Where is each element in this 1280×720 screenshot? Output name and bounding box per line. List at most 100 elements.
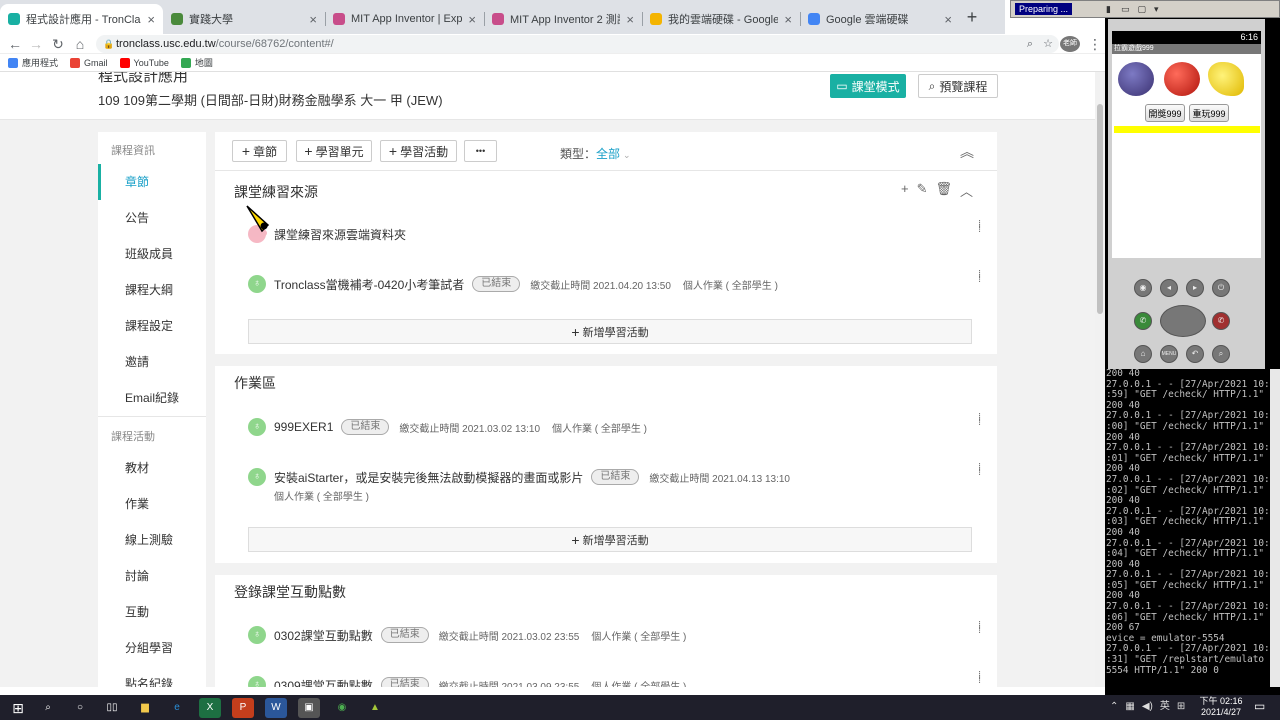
add-icon[interactable]: + bbox=[901, 181, 909, 200]
start-lottery-button[interactable]: 開獎999 bbox=[1145, 104, 1185, 122]
powerpoint-icon[interactable]: P bbox=[232, 698, 254, 718]
collapse-all-icon[interactable]: ︽ bbox=[960, 142, 974, 162]
tab-close-icon[interactable]: × bbox=[944, 12, 952, 27]
sidebar-item[interactable]: Email紀錄 bbox=[98, 380, 206, 416]
terminal-scrollbar[interactable] bbox=[1270, 369, 1280, 687]
sidebar-item[interactable]: 作業 bbox=[98, 486, 206, 522]
sidebar-item[interactable]: 教材 bbox=[98, 450, 206, 486]
tab-close-icon[interactable]: × bbox=[468, 12, 476, 27]
sidebar-item[interactable]: 班級成員 bbox=[98, 236, 206, 272]
sidebar-item[interactable]: 線上測驗 bbox=[98, 522, 206, 558]
add-chapter-button[interactable]: + 章節 bbox=[232, 140, 287, 162]
menu-button[interactable]: MENU bbox=[1160, 345, 1178, 363]
add-learning-activity-button[interactable]: + 新增學習活動 bbox=[248, 319, 972, 344]
search-button-icon[interactable]: ⌕ bbox=[1212, 345, 1230, 363]
tab-close-icon[interactable]: × bbox=[147, 12, 155, 27]
more-button[interactable]: ••• bbox=[464, 140, 497, 162]
window-minimize-icon[interactable]: ▭ bbox=[1121, 4, 1130, 15]
sidebar-item[interactable]: 分組學習 bbox=[98, 630, 206, 666]
power-icon[interactable]: ⏻ bbox=[1212, 279, 1230, 297]
drag-handle-icon[interactable]: ⁞ ⁞ bbox=[978, 220, 984, 235]
reload-icon[interactable]: ↻ bbox=[48, 34, 68, 54]
sidebar-item[interactable]: 課程設定 bbox=[98, 308, 206, 344]
browser-tab[interactable]: MIT App Inventor | Explore MIT × bbox=[325, 4, 484, 34]
edit-icon[interactable]: ✎ bbox=[917, 181, 928, 200]
window-restore-icon[interactable]: ▢ bbox=[1138, 4, 1147, 15]
bookmark-item[interactable]: Gmail bbox=[70, 57, 108, 68]
type-filter-dropdown[interactable]: 全部 ⌄ bbox=[596, 145, 631, 162]
sidebar-item[interactable]: 點名紀錄 bbox=[98, 666, 206, 687]
sidebar-item[interactable]: 公告 bbox=[98, 200, 206, 236]
browser-tab[interactable]: Google 雲端硬碟 × bbox=[800, 4, 960, 34]
notification-icon[interactable]: ▭ bbox=[1254, 699, 1265, 713]
excel-icon[interactable]: X bbox=[199, 698, 221, 718]
dropdown-icon[interactable]: ▾ bbox=[1154, 4, 1159, 15]
bookmark-item[interactable]: YouTube bbox=[119, 57, 169, 68]
file-explorer-icon[interactable]: ▆ bbox=[134, 698, 156, 718]
cortana-icon[interactable]: ○ bbox=[69, 698, 91, 718]
browser-tab[interactable]: 實踐大學 × bbox=[163, 4, 325, 34]
bookmark-item[interactable]: 地圖 bbox=[180, 56, 213, 69]
activity-row[interactable]: ♁ Tronclass當機補考-0420小考筆試者 已結束 繳交截止時間 2021.0… bbox=[248, 275, 790, 293]
browser-tab[interactable]: 程式設計應用 - TronClass × bbox=[0, 4, 163, 34]
tray-expand-icon[interactable]: ⌃ bbox=[1110, 697, 1118, 717]
taskbar-clock[interactable]: 下午 02:16 2021/4/27 bbox=[1196, 696, 1246, 718]
page-scrollbar-thumb[interactable] bbox=[1097, 104, 1103, 314]
end-call-icon[interactable]: ✆ bbox=[1212, 312, 1230, 330]
classroom-mode-button[interactable]: ▭ 課堂模式 bbox=[830, 74, 906, 98]
drag-handle-icon[interactable]: ⁞ ⁞ bbox=[978, 671, 984, 686]
chrome-icon[interactable]: ◉ bbox=[331, 698, 353, 718]
volume-icon[interactable]: ◀) bbox=[1142, 697, 1153, 717]
network-icon[interactable]: ▦ bbox=[1125, 697, 1134, 717]
camera-icon[interactable]: ◉ bbox=[1134, 279, 1152, 297]
word-icon[interactable]: W bbox=[265, 698, 287, 718]
bookmark-star-icon[interactable]: ☆ bbox=[1043, 35, 1053, 53]
home-button-icon[interactable]: ⌂ bbox=[1134, 345, 1152, 363]
call-icon[interactable]: ✆ bbox=[1134, 312, 1152, 330]
sidebar-item[interactable]: 章節 bbox=[98, 164, 206, 200]
activity-row[interactable]: ♁ 安裝aiStarter，或是安裝完後無法啟動模擬器的畫面或影片 已結束 繳交截止時… bbox=[248, 468, 802, 486]
new-tab-button[interactable]: + bbox=[960, 6, 984, 30]
drag-handle-icon[interactable]: ⁞ ⁞ bbox=[978, 413, 984, 428]
activity-row[interactable]: ♁ 0302課堂互動點數 已結束 繳交截止時間 2021.03.02 23:55 個人作… bbox=[248, 626, 698, 644]
input-method-icon[interactable]: ⊞ bbox=[1177, 697, 1185, 717]
sidebar-item[interactable]: 互動 bbox=[98, 594, 206, 630]
emulator-app-icon[interactable]: ▣ bbox=[298, 698, 320, 718]
drag-handle-icon[interactable]: ⁞ ⁞ bbox=[978, 463, 984, 478]
sidebar-item[interactable]: 討論 bbox=[98, 558, 206, 594]
dpad[interactable] bbox=[1160, 305, 1206, 337]
home-icon[interactable]: ⌂ bbox=[70, 34, 90, 54]
add-learning-activity-button[interactable]: + 新增學習活動 bbox=[248, 527, 972, 552]
url-bar[interactable]: 🔒 tronclass.usc.edu.tw/course/68762/cont… bbox=[96, 35, 1059, 53]
edge-icon[interactable]: e bbox=[166, 698, 188, 718]
volume-down-icon[interactable]: ◂ bbox=[1160, 279, 1178, 297]
drag-handle-icon[interactable]: ⁞ ⁞ bbox=[978, 621, 984, 636]
activity-row[interactable]: ♁ 999EXER1 已結束 繳交截止時間 2021.03.02 13:10 個人作業 … bbox=[248, 418, 659, 436]
ime-indicator[interactable]: 英 bbox=[1160, 697, 1170, 717]
forward-icon[interactable]: → bbox=[26, 34, 46, 54]
drag-handle-icon[interactable]: ⁞ ⁞ bbox=[978, 270, 984, 285]
delete-icon[interactable]: 🗑 bbox=[936, 181, 953, 200]
browser-tab[interactable]: 我的雲端硬碟 - Google 雲端硬碟 × bbox=[642, 4, 800, 34]
bookmark-item[interactable]: 應用程式 bbox=[8, 56, 58, 69]
back-icon[interactable]: ← bbox=[5, 34, 25, 54]
sidebar-item[interactable]: 邀請 bbox=[98, 344, 206, 380]
zoom-icon[interactable]: ⌕ bbox=[1027, 35, 1033, 53]
browser-menu-icon[interactable]: ⋮ bbox=[1085, 34, 1105, 54]
browser-tab[interactable]: MIT App Inventor 2 測試版 × bbox=[484, 4, 642, 34]
sidebar-item[interactable]: 課程大綱 bbox=[98, 272, 206, 308]
tab-close-icon[interactable]: × bbox=[309, 12, 317, 27]
volume-up-icon[interactable]: ▸ bbox=[1186, 279, 1204, 297]
search-icon[interactable]: ⌕ bbox=[37, 698, 59, 718]
android-icon[interactable]: ▲ bbox=[364, 698, 386, 718]
activity-row[interactable]: ♁ 0309課堂互動點數 已結束 繳交截止時間 2021.03.09 23:55 個人作… bbox=[248, 676, 698, 687]
profile-avatar[interactable]: 老師 bbox=[1060, 36, 1080, 52]
back-button-icon[interactable]: ↶ bbox=[1186, 345, 1204, 363]
tab-close-icon[interactable]: × bbox=[626, 12, 634, 27]
tab-close-icon[interactable]: × bbox=[784, 12, 792, 27]
preview-course-button[interactable]: ⌕ 預覽課程 bbox=[918, 74, 998, 98]
task-view-icon[interactable]: ▯▯ bbox=[101, 698, 123, 718]
collapse-icon[interactable]: ︿ bbox=[960, 181, 973, 200]
add-activity-button[interactable]: + 學習活動 bbox=[380, 140, 457, 162]
replay-button[interactable]: 重玩999 bbox=[1189, 104, 1229, 122]
